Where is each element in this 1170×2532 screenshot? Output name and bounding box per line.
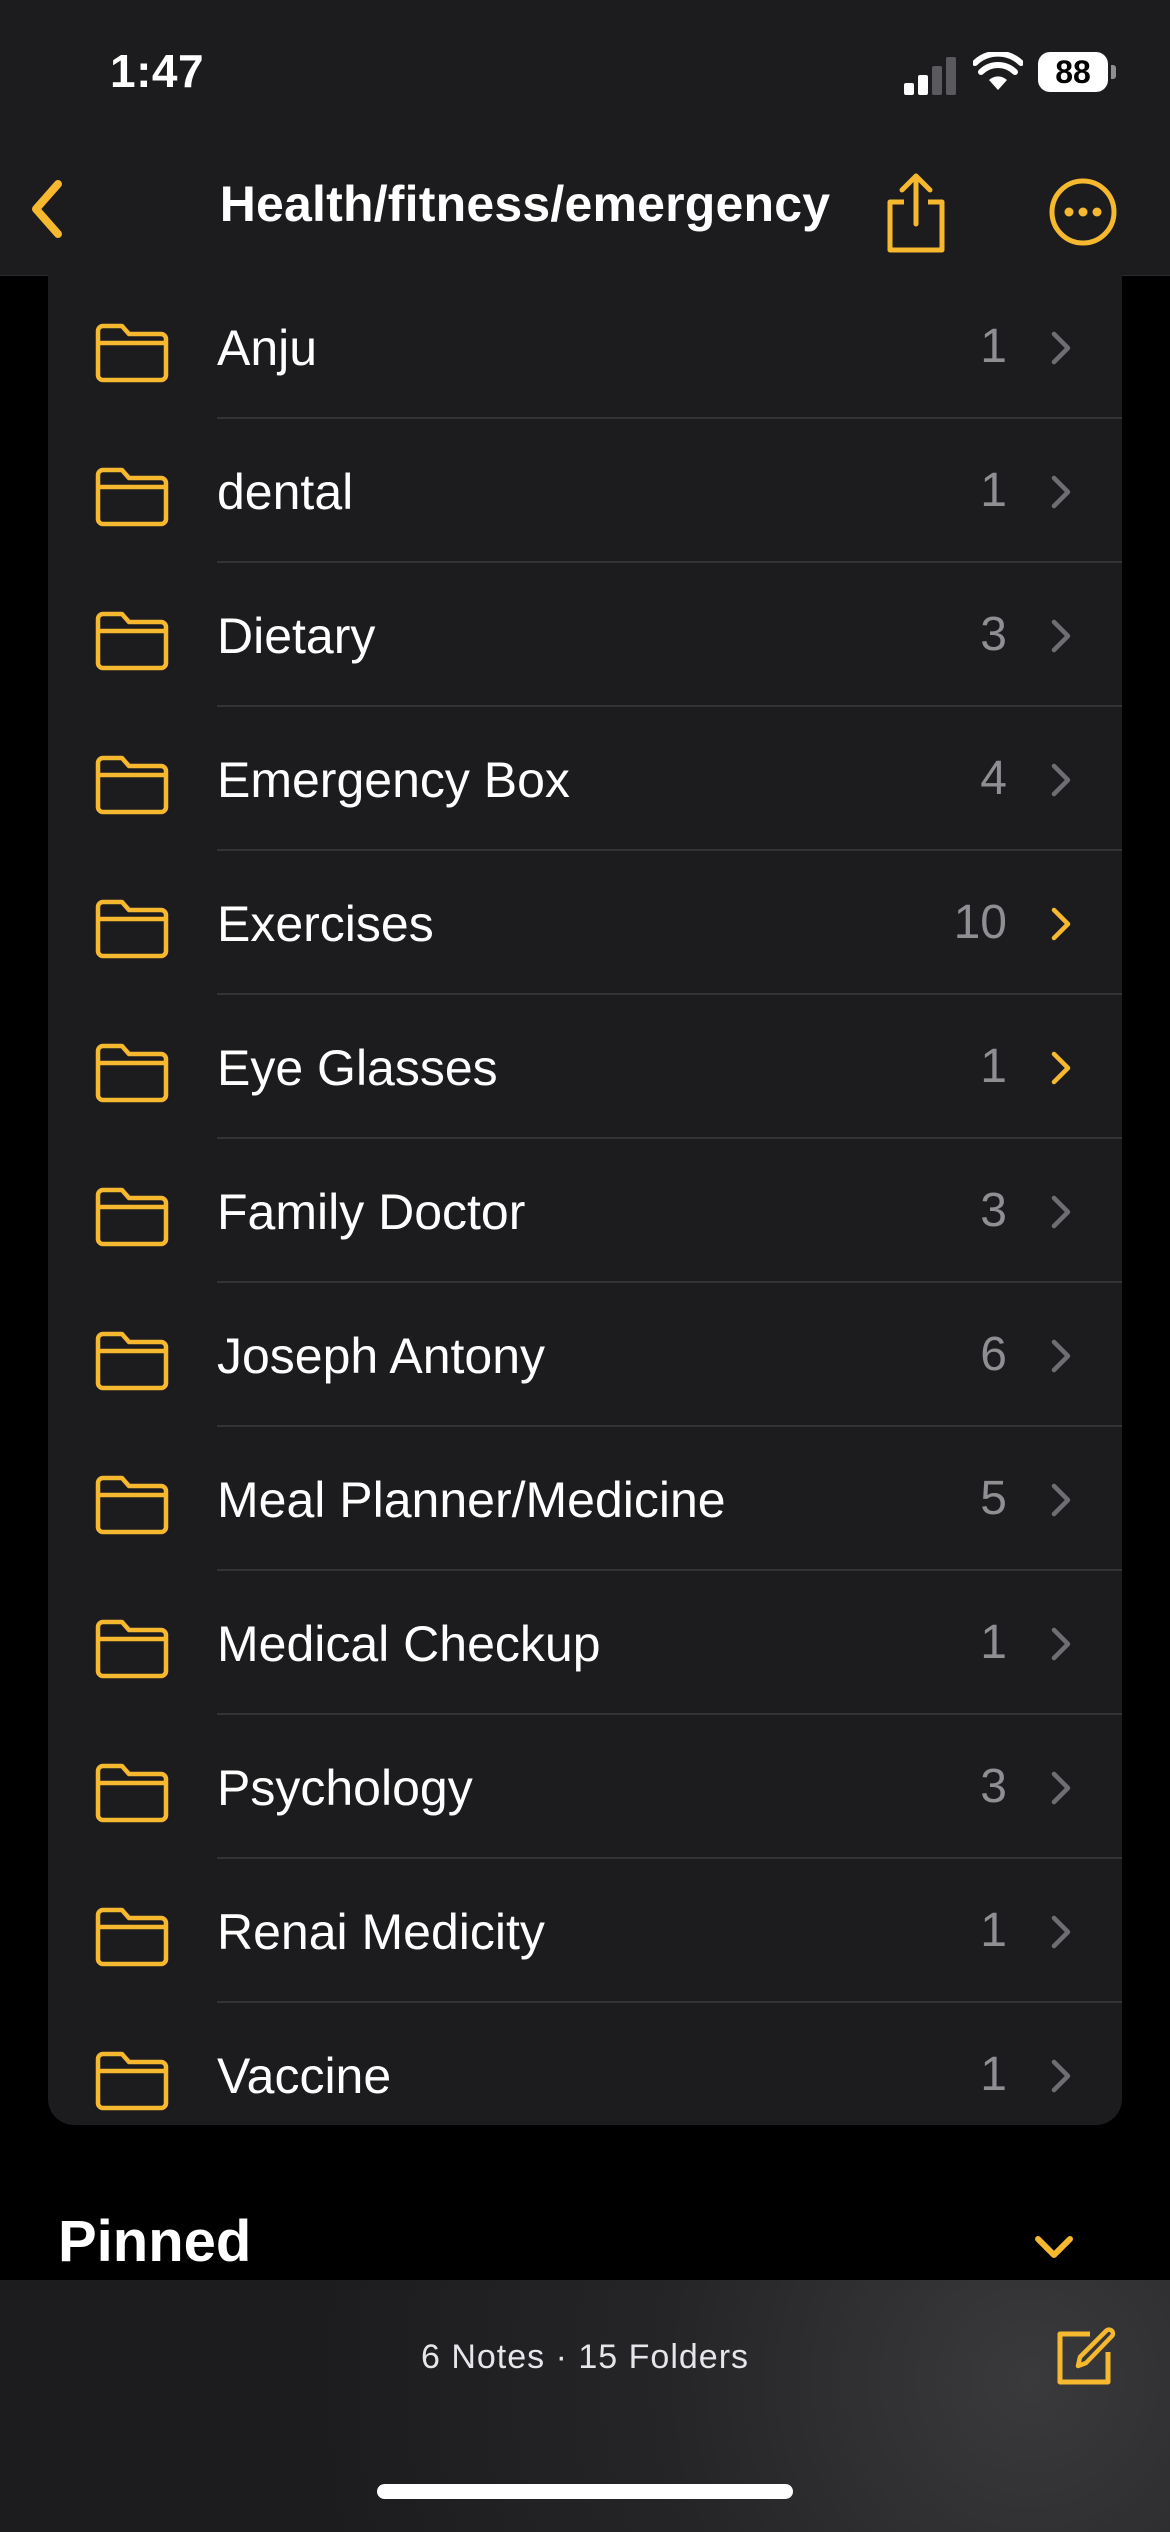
folder-row[interactable]: dental 1 bbox=[48, 419, 1122, 563]
chevron-down-icon[interactable] bbox=[1032, 2233, 1076, 2261]
folder-note-count: 4 bbox=[980, 752, 1007, 805]
more-options-icon[interactable] bbox=[1048, 177, 1118, 247]
folder-row[interactable]: Meal Planner/Medicine 5 bbox=[48, 1427, 1122, 1571]
chevron-right-icon bbox=[1051, 1339, 1071, 1373]
chevron-right-icon bbox=[1051, 331, 1071, 365]
folder-name: Renai Medicity bbox=[217, 1904, 545, 1960]
folder-name: Emergency Box bbox=[217, 752, 570, 808]
folder-note-count: 3 bbox=[980, 1760, 1007, 1813]
folder-name: Anju bbox=[217, 320, 318, 376]
chevron-right-icon bbox=[1051, 907, 1071, 941]
folder-list: Anju 1 dental 1 Dietary 3 Emergency Box 4 Exerci… bbox=[48, 275, 1122, 2125]
folder-row[interactable]: Psychology 3 bbox=[48, 1715, 1122, 1859]
notes-folders-count: 6 Notes · 15 Folders bbox=[420, 2338, 750, 2376]
folder-note-count: 3 bbox=[980, 608, 1007, 661]
pinned-section-title: Pinned bbox=[58, 2209, 252, 2274]
folder-name: Eye Glasses bbox=[217, 1040, 498, 1096]
folder-note-count: 1 bbox=[980, 1040, 1007, 1093]
folder-icon bbox=[95, 1475, 169, 1535]
folder-note-count: 5 bbox=[980, 1472, 1007, 1525]
chevron-right-icon bbox=[1051, 1915, 1071, 1949]
folder-icon bbox=[95, 1907, 169, 1967]
chevron-right-icon bbox=[1051, 475, 1071, 509]
chevron-right-icon bbox=[1051, 1195, 1071, 1229]
folder-row[interactable]: Joseph Antony 6 bbox=[48, 1283, 1122, 1427]
folder-name: Meal Planner/Medicine bbox=[217, 1472, 726, 1528]
folder-icon bbox=[95, 1763, 169, 1823]
folder-icon bbox=[95, 1619, 169, 1679]
battery-indicator: 88 bbox=[1038, 52, 1116, 92]
status-time: 1:47 bbox=[110, 45, 205, 97]
chevron-right-icon bbox=[1051, 1483, 1071, 1517]
home-indicator bbox=[377, 2484, 793, 2499]
folder-note-count: 1 bbox=[980, 1904, 1007, 1957]
chevron-right-icon bbox=[1051, 1771, 1071, 1805]
chevron-right-icon bbox=[1051, 1627, 1071, 1661]
folder-name: dental bbox=[217, 464, 354, 520]
folder-icon bbox=[95, 1187, 169, 1247]
folder-name: Dietary bbox=[217, 608, 376, 664]
folder-name: Joseph Antony bbox=[217, 1328, 546, 1384]
folder-note-count: 1 bbox=[980, 464, 1007, 517]
folder-row[interactable]: Vaccine 1 bbox=[48, 2003, 1122, 2125]
folder-row[interactable]: Eye Glasses 1 bbox=[48, 995, 1122, 1139]
compose-icon[interactable] bbox=[1052, 2324, 1118, 2390]
folder-note-count: 1 bbox=[980, 320, 1007, 373]
folder-icon bbox=[95, 467, 169, 527]
chevron-right-icon bbox=[1051, 1051, 1071, 1085]
folder-note-count: 1 bbox=[980, 2048, 1007, 2101]
chevron-right-icon bbox=[1051, 2059, 1071, 2093]
folder-note-count: 3 bbox=[980, 1184, 1007, 1237]
folder-note-count: 6 bbox=[980, 1328, 1007, 1381]
share-icon[interactable] bbox=[880, 168, 952, 256]
folder-name: Vaccine bbox=[217, 2048, 392, 2104]
folder-icon bbox=[95, 755, 169, 815]
folder-row[interactable]: Family Doctor 3 bbox=[48, 1139, 1122, 1283]
folder-row[interactable]: Exercises 10 bbox=[48, 851, 1122, 995]
navigation-bar: Health/fitness/emergency bbox=[0, 150, 1170, 276]
chevron-right-icon bbox=[1051, 619, 1071, 653]
folder-note-count: 1 bbox=[980, 1616, 1007, 1669]
folder-row[interactable]: Dietary 3 bbox=[48, 563, 1122, 707]
folder-note-count: 10 bbox=[953, 896, 1007, 949]
folder-name: Exercises bbox=[217, 896, 434, 952]
folder-name: Psychology bbox=[217, 1760, 473, 1816]
folder-icon bbox=[95, 611, 169, 671]
chevron-right-icon bbox=[1051, 763, 1071, 797]
folder-row[interactable]: Medical Checkup 1 bbox=[48, 1571, 1122, 1715]
folder-icon bbox=[95, 899, 169, 959]
wifi-icon bbox=[973, 52, 1023, 90]
folder-row[interactable]: Anju 1 bbox=[48, 275, 1122, 419]
folder-icon bbox=[95, 1331, 169, 1391]
folder-name: Family Doctor bbox=[217, 1184, 526, 1240]
folder-icon bbox=[95, 1043, 169, 1103]
folder-icon bbox=[95, 2051, 169, 2111]
cellular-signal-icon bbox=[904, 55, 958, 95]
status-bar: 1:47 88 bbox=[0, 0, 1170, 150]
folder-row[interactable]: Emergency Box 4 bbox=[48, 707, 1122, 851]
folder-row[interactable]: Renai Medicity 1 bbox=[48, 1859, 1122, 2003]
folder-icon bbox=[95, 323, 169, 383]
folder-name: Medical Checkup bbox=[217, 1616, 601, 1672]
